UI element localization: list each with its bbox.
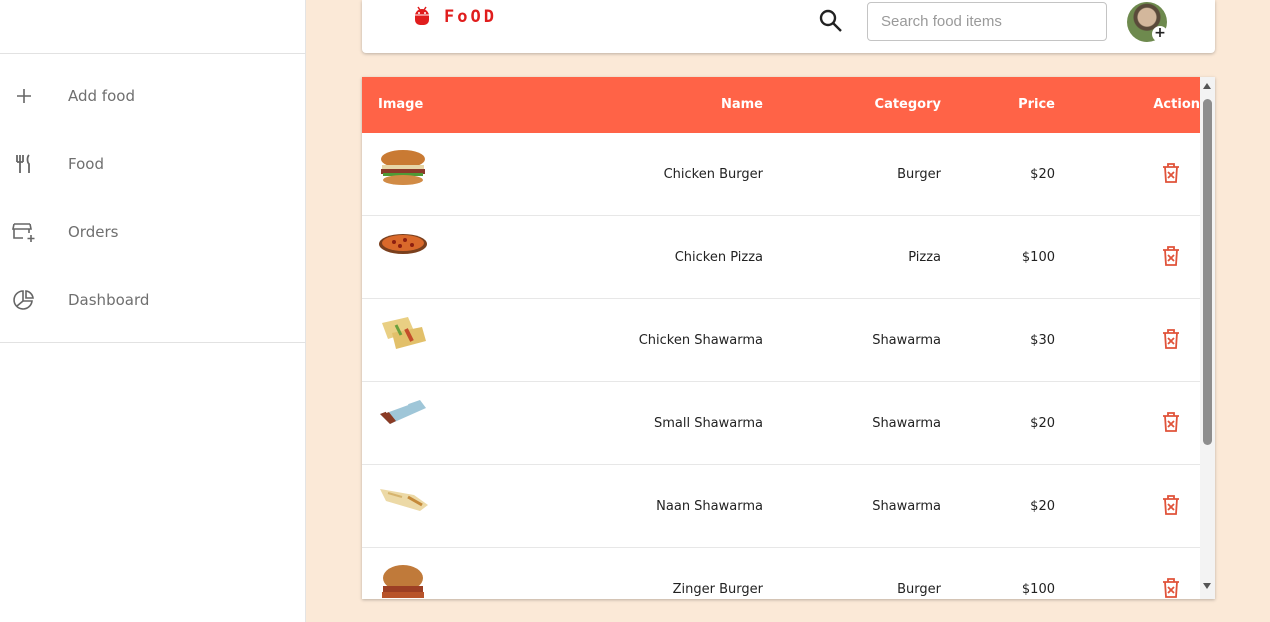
app-logo[interactable]: FoOD	[414, 4, 497, 30]
sidebar-item-add-food[interactable]: Add food	[0, 71, 306, 121]
top-header: FoOD +	[362, 0, 1215, 53]
scroll-down-arrow-icon[interactable]	[1203, 583, 1211, 589]
food-name: Chicken Shawarma	[638, 333, 763, 348]
sidebar-item-label: Orders	[68, 223, 119, 241]
delete-icon[interactable]	[1162, 578, 1180, 598]
food-price: $30	[1030, 333, 1055, 348]
table-row: Chicken Burger Burger $20	[362, 133, 1200, 216]
sidebar-item-label: Dashboard	[68, 291, 150, 309]
table-header: Image Name Category Price Action	[362, 77, 1200, 133]
shawarma-image	[382, 317, 426, 349]
food-category: Shawarma	[872, 499, 941, 514]
delete-icon[interactable]	[1162, 412, 1180, 432]
pie-chart-icon	[12, 288, 36, 312]
food-name: Chicken Pizza	[674, 250, 763, 265]
food-category: Burger	[897, 167, 941, 182]
food-category: Shawarma	[872, 333, 941, 348]
sidebar-item-label: Add food	[68, 87, 135, 105]
food-price: $20	[1030, 416, 1055, 431]
zinger-burger-image	[382, 565, 424, 598]
food-category: Shawarma	[872, 416, 941, 431]
plus-icon	[12, 84, 36, 108]
delete-icon[interactable]	[1162, 495, 1180, 515]
store-add-icon	[12, 220, 36, 244]
food-category: Pizza	[908, 250, 941, 265]
table-row: Small Shawarma Shawarma $20	[362, 382, 1200, 465]
pizza-image	[379, 234, 427, 254]
scroll-up-arrow-icon[interactable]	[1203, 83, 1211, 89]
fork-knife-icon	[12, 152, 36, 176]
food-price: $20	[1030, 167, 1055, 182]
sidebar-divider-bottom	[0, 342, 306, 343]
table-row: Zinger Burger Burger $100	[362, 548, 1200, 599]
column-header-price: Price	[1018, 97, 1055, 112]
android-icon	[414, 4, 430, 30]
delete-icon[interactable]	[1162, 246, 1180, 266]
sidebar-item-food[interactable]: Food	[0, 139, 306, 189]
food-name: Zinger Burger	[672, 582, 763, 597]
sidebar-item-dashboard[interactable]: Dashboard	[0, 275, 306, 325]
scrollbar-thumb[interactable]	[1203, 99, 1212, 445]
search-input[interactable]	[867, 2, 1107, 41]
column-header-image: Image	[378, 97, 424, 112]
delete-icon[interactable]	[1162, 163, 1180, 183]
sidebar-divider-top	[0, 53, 306, 54]
food-name: Naan Shawarma	[656, 499, 763, 514]
burger-image	[381, 150, 425, 185]
table-row: Chicken Pizza Pizza $100	[362, 216, 1200, 299]
sidebar: Add food Food Orders Dashboard	[0, 0, 306, 622]
sidebar-item-orders[interactable]: Orders	[0, 207, 306, 257]
sidebar-item-label: Food	[68, 155, 104, 173]
food-name: Small Shawarma	[653, 416, 763, 431]
food-price: $100	[1021, 250, 1055, 265]
delete-icon[interactable]	[1162, 329, 1180, 349]
column-header-action: Action	[1153, 97, 1200, 112]
food-category: Burger	[897, 582, 941, 597]
search-icon[interactable]	[818, 8, 844, 34]
column-header-name: Name	[720, 97, 763, 112]
column-header-category: Category	[874, 97, 941, 112]
naan-shawarma-image	[380, 489, 428, 511]
small-shawarma-image	[380, 400, 426, 424]
table-row: Naan Shawarma Shawarma $20	[362, 465, 1200, 548]
logo-text: FoOD	[444, 7, 497, 27]
table-row: Chicken Shawarma Shawarma $30	[362, 299, 1200, 382]
food-price: $20	[1030, 499, 1055, 514]
add-account-icon[interactable]: +	[1152, 26, 1168, 42]
food-table: Image Name Category Price Action Chicken…	[362, 77, 1215, 599]
food-price: $100	[1021, 582, 1055, 597]
food-name: Chicken Burger	[663, 167, 763, 182]
